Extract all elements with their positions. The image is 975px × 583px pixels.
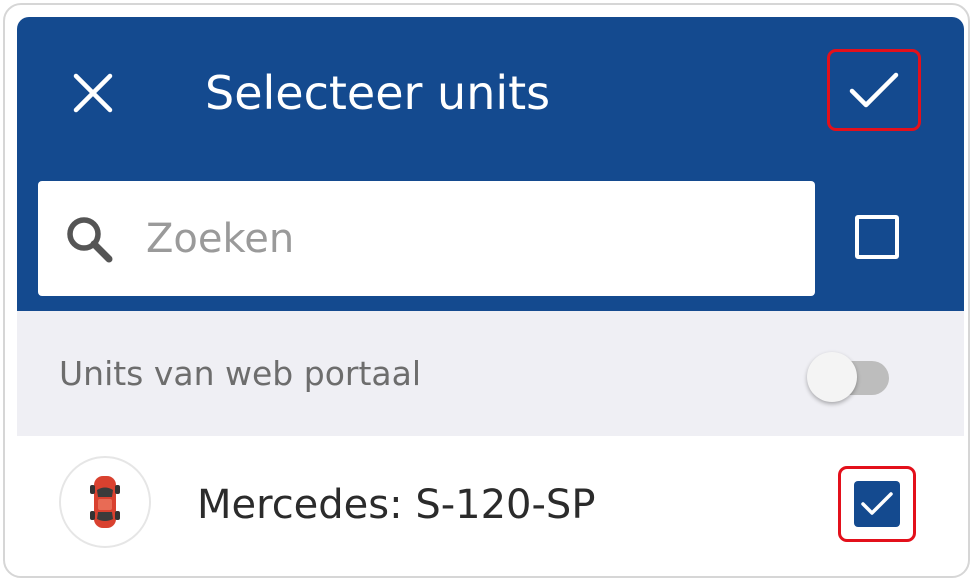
search-box[interactable]: [38, 181, 815, 296]
page-title: Selecteer units: [205, 66, 551, 120]
unit-name: Mercedes: S-120-SP: [197, 482, 596, 528]
unit-checkbox[interactable]: [854, 481, 900, 527]
confirm-button[interactable]: [827, 49, 921, 131]
portal-units-toggle[interactable]: [807, 349, 893, 405]
car-icon: [90, 476, 120, 528]
list-item[interactable]: Mercedes: S-120-SP: [17, 436, 964, 576]
check-icon: [849, 72, 899, 108]
header-bar: Selecteer units: [17, 17, 964, 311]
portal-units-label: Units van web portaal: [59, 354, 422, 393]
dialog-frame: Selecteer units Units van web portaal: [3, 3, 970, 578]
select-all-checkbox[interactable]: [855, 215, 899, 259]
close-icon: [73, 73, 113, 113]
toggle-thumb: [807, 352, 857, 402]
search-input[interactable]: [144, 214, 748, 263]
check-icon: [861, 492, 893, 515]
unit-checkbox-highlight: [838, 466, 916, 542]
portal-units-row: Units van web portaal: [17, 311, 964, 436]
close-button[interactable]: [57, 57, 129, 129]
avatar: [59, 456, 151, 548]
search-icon: [67, 216, 113, 262]
